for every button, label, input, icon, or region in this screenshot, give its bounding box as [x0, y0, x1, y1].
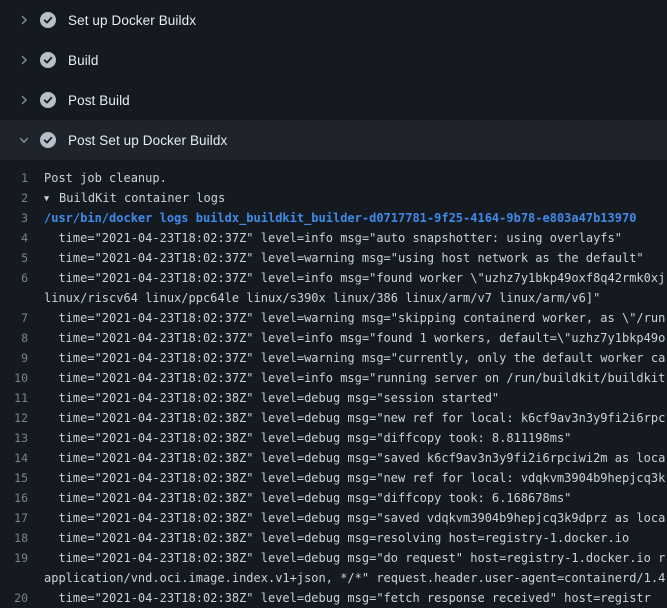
chevron-right-icon[interactable]: [16, 52, 32, 68]
line-number[interactable]: 17: [0, 508, 44, 528]
chevron-right-icon[interactable]: [16, 12, 32, 28]
line-text: time="2021-04-23T18:02:38Z" level=debug …: [44, 468, 667, 488]
step-title: Post Build: [68, 93, 130, 108]
step-post-set-up-docker-buildx[interactable]: Post Set up Docker Buildx: [0, 120, 667, 160]
line-text: time="2021-04-23T18:02:38Z" level=debug …: [44, 588, 667, 608]
line-number[interactable]: 1: [0, 168, 44, 188]
group-expanded-icon[interactable]: ▼: [44, 189, 59, 208]
line-text: time="2021-04-23T18:02:37Z" level=warnin…: [44, 308, 667, 328]
line-text: time="2021-04-23T18:02:38Z" level=debug …: [44, 388, 667, 408]
log-line[interactable]: 16 time="2021-04-23T18:02:38Z" level=deb…: [0, 488, 667, 508]
line-number[interactable]: 18: [0, 528, 44, 548]
log-line[interactable]: 8 time="2021-04-23T18:02:37Z" level=info…: [0, 328, 667, 348]
step-title: Build: [68, 53, 99, 68]
line-number[interactable]: 14: [0, 448, 44, 468]
log-line[interactable]: 17 time="2021-04-23T18:02:38Z" level=deb…: [0, 508, 667, 528]
log-line[interactable]: 2 ▼BuildKit container logs: [0, 188, 667, 208]
log-line[interactable]: 4 time="2021-04-23T18:02:37Z" level=info…: [0, 228, 667, 248]
log-line[interactable]: 14 time="2021-04-23T18:02:38Z" level=deb…: [0, 448, 667, 468]
log-line[interactable]: 15 time="2021-04-23T18:02:38Z" level=deb…: [0, 468, 667, 488]
step-title: Post Set up Docker Buildx: [68, 133, 227, 148]
step-build[interactable]: Build: [0, 40, 667, 80]
line-number[interactable]: 7: [0, 308, 44, 328]
check-circle-icon: [40, 12, 56, 28]
line-number[interactable]: [0, 568, 44, 588]
line-text: time="2021-04-23T18:02:38Z" level=debug …: [44, 508, 667, 528]
line-text: application/vnd.oci.image.index.v1+json,…: [44, 568, 667, 588]
line-number[interactable]: 2: [0, 188, 44, 208]
log-line[interactable]: 12 time="2021-04-23T18:02:38Z" level=deb…: [0, 408, 667, 428]
chevron-right-icon[interactable]: [16, 92, 32, 108]
line-text: time="2021-04-23T18:02:37Z" level=info m…: [44, 328, 667, 348]
log-output: 1 Post job cleanup. 2 ▼BuildKit containe…: [0, 160, 667, 608]
step-title: Set up Docker Buildx: [68, 13, 196, 28]
log-line[interactable]: 9 time="2021-04-23T18:02:37Z" level=warn…: [0, 348, 667, 368]
log-line[interactable]: 1 Post job cleanup.: [0, 168, 667, 188]
line-text: time="2021-04-23T18:02:37Z" level=warnin…: [44, 348, 667, 368]
line-number[interactable]: 16: [0, 488, 44, 508]
line-number[interactable]: 3: [0, 208, 44, 228]
log-line[interactable]: application/vnd.oci.image.index.v1+json,…: [0, 568, 667, 588]
line-number[interactable]: 8: [0, 328, 44, 348]
log-line[interactable]: 10 time="2021-04-23T18:02:37Z" level=inf…: [0, 368, 667, 388]
line-number[interactable]: 4: [0, 228, 44, 248]
step-set-up-docker-buildx[interactable]: Set up Docker Buildx: [0, 0, 667, 40]
line-text: Post job cleanup.: [44, 168, 667, 188]
line-number[interactable]: 19: [0, 548, 44, 568]
line-number[interactable]: 12: [0, 408, 44, 428]
log-line[interactable]: linux/riscv64 linux/ppc64le linux/s390x …: [0, 288, 667, 308]
log-line[interactable]: 19 time="2021-04-23T18:02:38Z" level=deb…: [0, 548, 667, 568]
line-number[interactable]: 20: [0, 588, 44, 608]
line-text: time="2021-04-23T18:02:37Z" level=info m…: [44, 268, 667, 288]
check-circle-icon: [40, 52, 56, 68]
log-line[interactable]: 5 time="2021-04-23T18:02:37Z" level=warn…: [0, 248, 667, 268]
check-circle-icon: [40, 92, 56, 108]
line-text: time="2021-04-23T18:02:38Z" level=debug …: [44, 488, 667, 508]
check-circle-icon: [40, 132, 56, 148]
log-line[interactable]: 7 time="2021-04-23T18:02:37Z" level=warn…: [0, 308, 667, 328]
steps-list: Set up Docker Buildx Build Post Build Po…: [0, 0, 667, 160]
line-text: linux/riscv64 linux/ppc64le linux/s390x …: [44, 288, 667, 308]
log-line[interactable]: 18 time="2021-04-23T18:02:38Z" level=deb…: [0, 528, 667, 548]
line-text: ▼BuildKit container logs: [44, 188, 667, 208]
log-line[interactable]: 6 time="2021-04-23T18:02:37Z" level=info…: [0, 268, 667, 288]
line-number[interactable]: 13: [0, 428, 44, 448]
line-text: time="2021-04-23T18:02:38Z" level=debug …: [44, 528, 667, 548]
line-text: time="2021-04-23T18:02:38Z" level=debug …: [44, 548, 667, 568]
line-text: time="2021-04-23T18:02:38Z" level=debug …: [44, 408, 667, 428]
log-line[interactable]: 13 time="2021-04-23T18:02:38Z" level=deb…: [0, 428, 667, 448]
line-text: time="2021-04-23T18:02:37Z" level=warnin…: [44, 248, 667, 268]
line-number[interactable]: 11: [0, 388, 44, 408]
step-post-build[interactable]: Post Build: [0, 80, 667, 120]
line-number[interactable]: 9: [0, 348, 44, 368]
log-lines: 1 Post job cleanup. 2 ▼BuildKit containe…: [0, 168, 667, 608]
line-text: time="2021-04-23T18:02:38Z" level=debug …: [44, 428, 667, 448]
line-text: time="2021-04-23T18:02:37Z" level=info m…: [44, 368, 667, 388]
chevron-down-icon[interactable]: [16, 132, 32, 148]
line-number[interactable]: 10: [0, 368, 44, 388]
line-number[interactable]: [0, 288, 44, 308]
line-text: /usr/bin/docker logs buildx_buildkit_bui…: [44, 208, 667, 228]
line-number[interactable]: 15: [0, 468, 44, 488]
line-text: time="2021-04-23T18:02:37Z" level=info m…: [44, 228, 667, 248]
log-line[interactable]: 20 time="2021-04-23T18:02:38Z" level=deb…: [0, 588, 667, 608]
line-text: time="2021-04-23T18:02:38Z" level=debug …: [44, 448, 667, 468]
log-line[interactable]: 3 /usr/bin/docker logs buildx_buildkit_b…: [0, 208, 667, 228]
line-number[interactable]: 5: [0, 248, 44, 268]
line-number[interactable]: 6: [0, 268, 44, 288]
log-line[interactable]: 11 time="2021-04-23T18:02:38Z" level=deb…: [0, 388, 667, 408]
